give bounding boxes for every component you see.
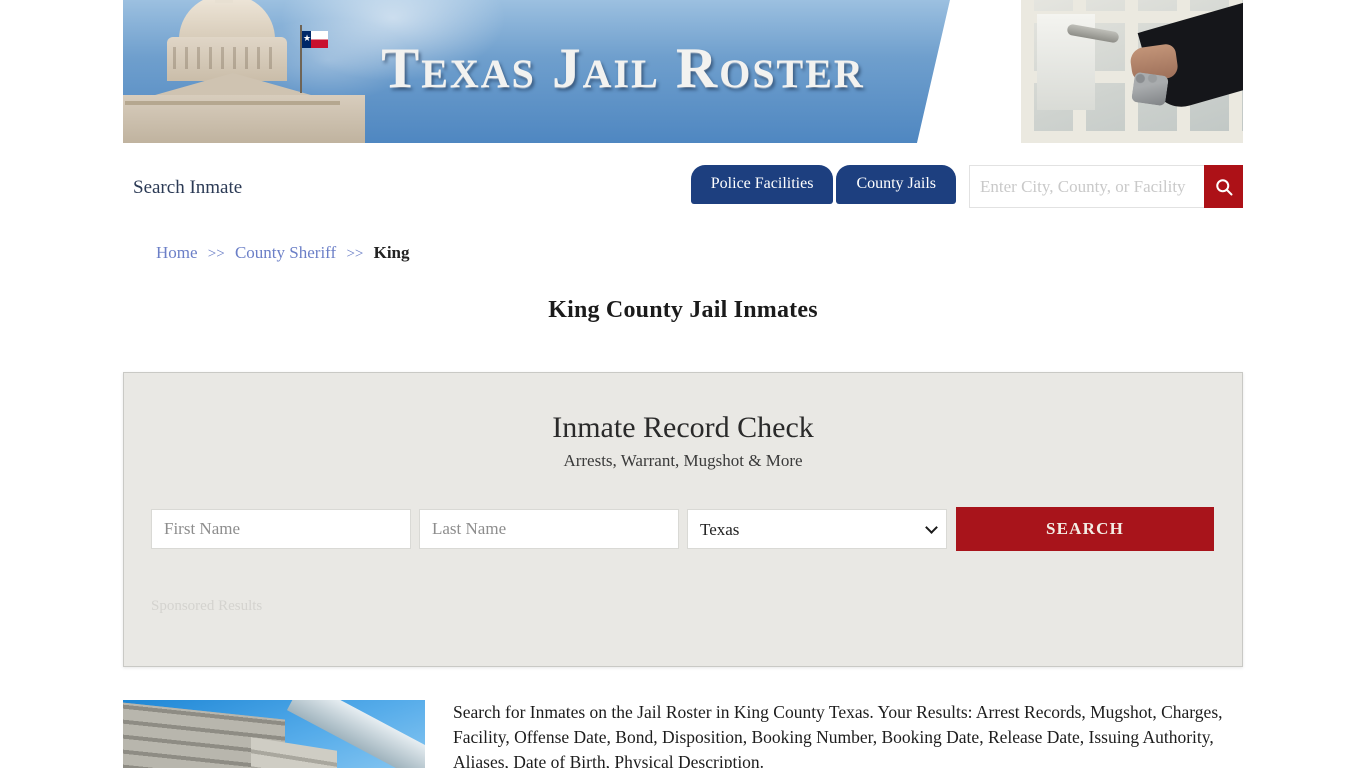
content-container: Search for Inmates on the Jail Roster in… [123, 700, 1243, 768]
content-paragraph: Search for Inmates on the Jail Roster in… [453, 702, 1223, 768]
record-check-title: Inmate Record Check [552, 411, 814, 444]
capitol-lantern [215, 0, 233, 3]
inmate-record-check-panel: Inmate Record Check Arrests, Warrant, Mu… [123, 372, 1243, 667]
breadcrumb-item-current: King [373, 243, 410, 262]
last-name-input[interactable] [419, 509, 679, 549]
content-section: Search for Inmates on the Jail Roster in… [123, 700, 1243, 768]
nav-search-group [969, 165, 1243, 208]
sponsored-results-label: Sponsored Results [151, 598, 263, 614]
facility-search-button[interactable] [1204, 165, 1243, 208]
state-select[interactable]: TexasAlabamaAlaskaArizonaArkansasCalifor… [687, 509, 947, 549]
header-container: Texas Jail Roster [123, 0, 1243, 143]
nav-tabs: Police Facilities County Jails [690, 165, 956, 205]
page-root: Texas Jail Roster Search Inmate Police F… [0, 0, 1366, 768]
record-check-container: Inmate Record Check Arrests, Warrant, Mu… [123, 372, 1243, 667]
breadcrumb-separator: >> [207, 246, 225, 262]
navbar-container: Search Inmate Police Facilities County J… [123, 157, 1243, 223]
page-title: King County Jail Inmates [548, 297, 818, 323]
breadcrumb: Home >> County Sheriff >> King [123, 243, 1243, 263]
site-banner: Texas Jail Roster [123, 0, 1243, 143]
search-icon [1214, 177, 1234, 197]
navbar: Search Inmate Police Facilities County J… [123, 157, 1243, 223]
capitol-base [123, 95, 365, 143]
breadcrumb-separator: >> [346, 246, 364, 262]
record-check-subtitle: Arrests, Warrant, Mugshot & More [563, 451, 803, 470]
tab-county-jails[interactable]: County Jails [836, 165, 956, 205]
state-select-wrapper: TexasAlabamaAlaskaArizonaArkansasCalifor… [687, 509, 947, 549]
breadcrumb-item-home[interactable]: Home [156, 243, 198, 262]
record-search-button[interactable]: SEARCH [956, 507, 1214, 551]
tab-police-facilities[interactable]: Police Facilities [690, 165, 834, 205]
jail-building-thumbnail [123, 700, 425, 768]
breadcrumb-container: Home >> County Sheriff >> King [123, 243, 1243, 263]
banner-title: Texas Jail Roster [381, 37, 865, 100]
page-title-container: King County Jail Inmates [123, 297, 1243, 324]
record-check-form: TexasAlabamaAlaskaArizonaArkansasCalifor… [151, 507, 1214, 551]
facility-search-input[interactable] [969, 165, 1204, 208]
first-name-input[interactable] [151, 509, 411, 549]
breadcrumb-item-county-sheriff[interactable]: County Sheriff [235, 243, 336, 262]
site-brand[interactable]: Search Inmate [133, 177, 242, 199]
